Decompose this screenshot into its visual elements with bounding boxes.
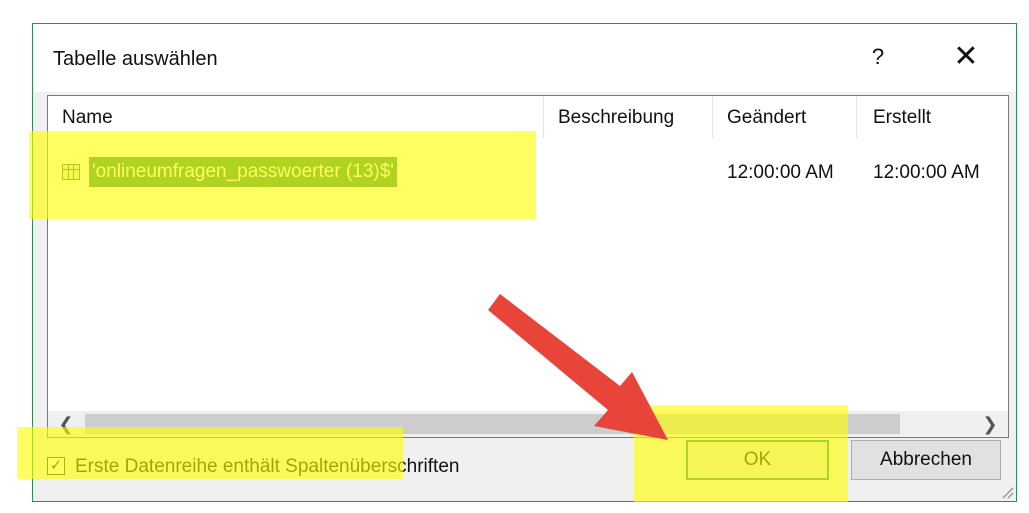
table-list[interactable]: Name Beschreibung Geändert Erstellt 'onl… xyxy=(47,95,1009,438)
column-header-description[interactable]: Beschreibung xyxy=(558,96,674,136)
column-separator xyxy=(543,96,544,138)
table-row-created: 12:00:00 AM xyxy=(873,162,980,183)
table-row-name[interactable]: 'onlineumfragen_passwoerter (13)$' xyxy=(89,157,397,187)
horizontal-scrollbar[interactable]: ❮ ❯ xyxy=(48,411,1008,437)
first-row-headers-label[interactable]: Erste Datenreihe enthält Spaltenüberschr… xyxy=(75,454,459,480)
column-header-created[interactable]: Erstellt xyxy=(873,96,931,136)
table-icon xyxy=(62,164,80,180)
dialog-title: Tabelle auswählen xyxy=(53,48,218,70)
scroll-right-icon[interactable]: ❯ xyxy=(975,411,1005,437)
select-table-dialog: Tabelle auswählen ? ✕ Name Beschreibung … xyxy=(32,23,1017,502)
help-button[interactable]: ? xyxy=(868,42,888,72)
ok-button[interactable]: OK xyxy=(686,440,829,480)
scroll-left-icon[interactable]: ❮ xyxy=(51,411,81,437)
resize-grip-icon[interactable] xyxy=(1000,485,1014,499)
scrollbar-thumb[interactable] xyxy=(85,414,900,434)
column-header-modified[interactable]: Geändert xyxy=(727,96,806,136)
column-header-name[interactable]: Name xyxy=(62,96,113,136)
cancel-button[interactable]: Abbrechen xyxy=(851,440,1001,480)
dialog-titlebar: Tabelle auswählen ? ✕ xyxy=(33,24,1016,92)
column-separator xyxy=(712,96,713,138)
table-row-modified: 12:00:00 AM xyxy=(727,162,834,183)
close-button[interactable]: ✕ xyxy=(951,40,981,74)
first-row-headers-checkbox[interactable]: ✓ xyxy=(47,457,65,475)
column-separator xyxy=(856,96,857,138)
